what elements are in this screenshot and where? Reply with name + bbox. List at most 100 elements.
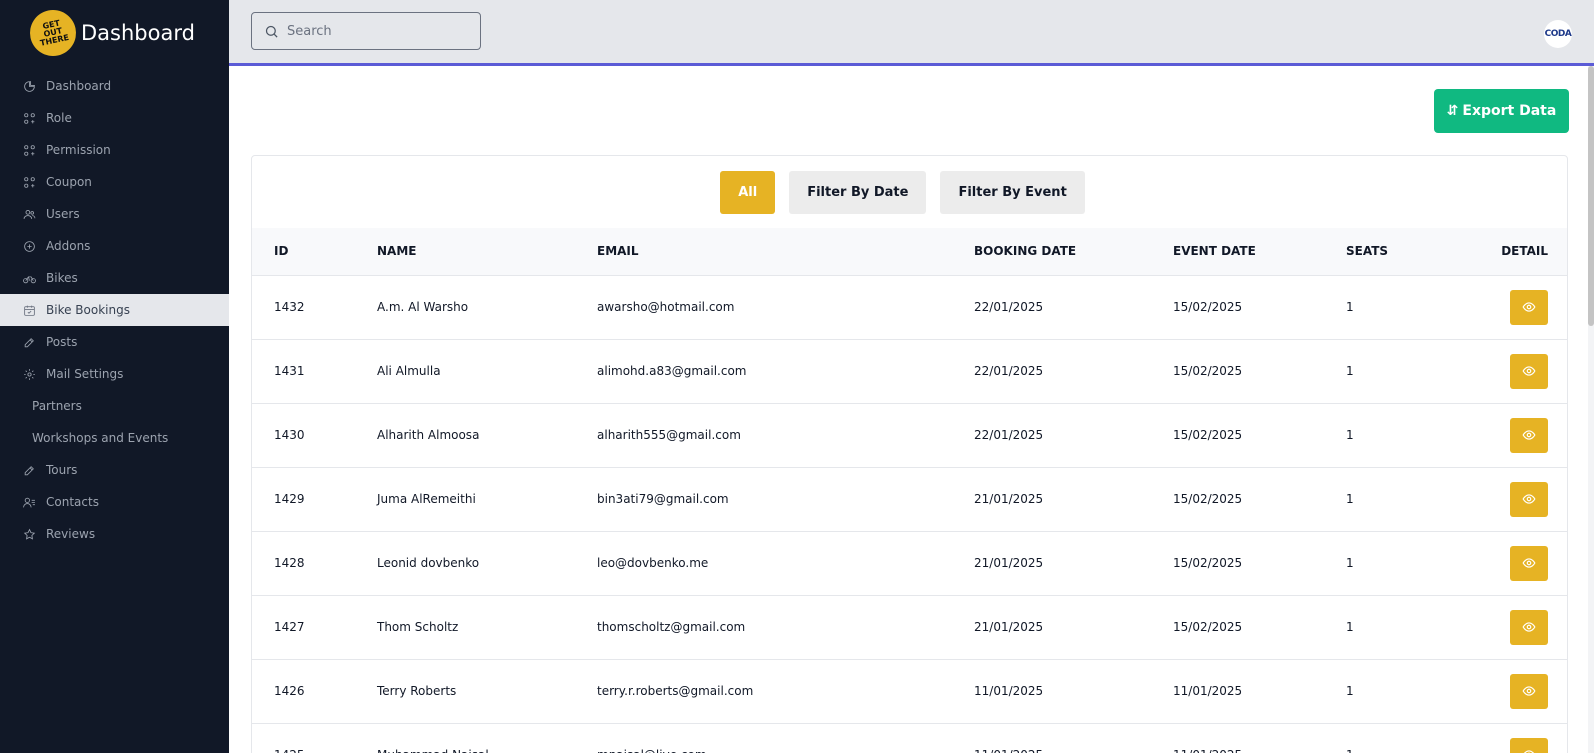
sidebar-item-addons[interactable]: Addons (0, 230, 229, 262)
cell-seats: 1 (1346, 620, 1354, 634)
cell-email: leo@dovbenko.me (597, 556, 709, 570)
sidebar-item-dashboard[interactable]: Dashboard (0, 70, 229, 102)
view-detail-button[interactable] (1510, 353, 1548, 389)
topbar: CODA (229, 0, 1594, 66)
sidebar-item-reviews[interactable]: Reviews (0, 518, 229, 550)
sidebar-item-label: Tours (46, 463, 78, 477)
cell-detail (1476, 723, 1567, 753)
table-row: 1425Muhammad Naisalmnaisal@live.com11/01… (252, 723, 1567, 753)
cell-detail (1476, 275, 1567, 339)
sidebar-item-tours[interactable]: Tours (0, 454, 229, 486)
sidebar-item-bikes[interactable]: Bikes (0, 262, 229, 294)
view-detail-button[interactable] (1510, 673, 1548, 709)
users-icon (22, 207, 36, 221)
grid-icon (22, 143, 36, 157)
gear-icon (22, 367, 36, 381)
sidebar-item-label: Dashboard (46, 79, 112, 93)
cell-email: awarsho@hotmail.com (597, 300, 735, 314)
cell-detail (1476, 595, 1567, 659)
logo-icon: GET OUT THERE (25, 5, 81, 61)
eye-icon (1522, 366, 1536, 376)
header-booking-date: BOOKING DATE (974, 244, 1077, 259)
export-data-button[interactable]: ⇵ Export Data (1434, 89, 1569, 133)
cell-name: A.m. Al Warsho (377, 300, 469, 314)
bookings-card: All Filter By Date Filter By Event ID NA… (251, 155, 1568, 753)
sidebar-item-partners[interactable]: Partners (0, 390, 229, 422)
bookings-table: ID NAME EMAIL BOOKING DATE EVENT DATE SE… (252, 228, 1567, 753)
eye-icon (1522, 302, 1536, 312)
sidebar-item-permission[interactable]: Permission (0, 134, 229, 166)
search-icon (265, 25, 278, 38)
cell-detail (1476, 531, 1567, 595)
view-detail-button[interactable] (1510, 609, 1548, 645)
cell-event-date: 15/02/2025 (1173, 556, 1243, 570)
eye-icon (1522, 622, 1536, 632)
search-box[interactable] (251, 12, 481, 50)
table-row: 1426 Terry Roberts terry.r.roberts@gmail.c… (252, 659, 1567, 723)
avatar[interactable]: CODA (1544, 20, 1572, 48)
sidebar-item-label: Posts (46, 335, 78, 349)
cell-id: 1431 (274, 364, 305, 378)
filter-bar: All Filter By Date Filter By Event (252, 171, 1567, 214)
pie-chart-icon (22, 79, 36, 93)
sidebar-item-mail-settings[interactable]: Mail Settings (0, 358, 229, 390)
cell-event-date: 11/01/2025 (1173, 723, 1346, 753)
view-detail-button[interactable] (1510, 737, 1548, 753)
view-detail-button[interactable] (1510, 289, 1548, 325)
search-input[interactable] (287, 23, 467, 39)
view-detail-button[interactable] (1510, 545, 1548, 581)
cell-detail (1476, 659, 1567, 723)
cell-seats: 1 (1346, 684, 1354, 698)
sidebar-item-workshops-and-events[interactable]: Workshops and Events (0, 422, 229, 454)
sidebar-item-contacts[interactable]: Contacts (0, 486, 229, 518)
table-row: 1430 Alharith Almoosa alharith555@gmail.co… (252, 403, 1567, 467)
sidebar-item-label: Contacts (46, 495, 99, 509)
star-icon (22, 527, 36, 541)
sidebar-nav: Dashboard Role Permission Coupon Users Addons… (0, 70, 229, 550)
cell-id: 1428 (274, 556, 305, 570)
sidebar-item-label: Workshops and Events (32, 431, 169, 445)
plus-circle-icon (22, 239, 36, 253)
cell-booking-date: 21/01/2025 (974, 556, 1044, 570)
sidebar-item-role[interactable]: Role (0, 102, 229, 134)
filter-by-date-button[interactable]: Filter By Date (789, 171, 927, 214)
cell-detail (1476, 403, 1567, 467)
sidebar-item-label: Users (46, 207, 80, 221)
eye-icon (1522, 558, 1536, 568)
view-detail-button[interactable] (1510, 417, 1548, 453)
cell-seats: 1 (1346, 428, 1354, 442)
cell-name: Thom Scholtz (377, 620, 459, 634)
cell-name: Terry Roberts (377, 684, 457, 698)
page-scrollbar[interactable] (1588, 66, 1594, 753)
cell-event-date: 15/02/2025 (1173, 428, 1243, 442)
scrollbar-thumb[interactable] (1588, 66, 1594, 326)
brand[interactable]: GET OUT THERE Dashboard (0, 0, 229, 66)
cell-name: Leonid dovbenko (377, 556, 480, 570)
filter-by-event-button[interactable]: Filter By Event (940, 171, 1085, 214)
cell-booking-date: 22/01/2025 (974, 364, 1044, 378)
sidebar-item-label: Reviews (46, 527, 96, 541)
cell-booking-date: 11/01/2025 (974, 684, 1044, 698)
cell-id: 1427 (274, 620, 305, 634)
sidebar-item-users[interactable]: Users (0, 198, 229, 230)
sidebar-item-label: Mail Settings (46, 367, 124, 381)
cell-email: alharith555@gmail.com (597, 428, 741, 442)
sidebar-item-label: Role (46, 111, 72, 125)
cell-name: Juma AlRemeithi (377, 492, 476, 506)
cell-booking-date: 21/01/2025 (974, 620, 1044, 634)
view-detail-button[interactable] (1510, 481, 1548, 517)
filter-all-button[interactable]: All (720, 171, 776, 214)
sidebar-item-coupon[interactable]: Coupon (0, 166, 229, 198)
eye-icon (1524, 750, 1534, 753)
export-data-label: Export Data (1462, 103, 1557, 119)
cell-detail (1476, 339, 1567, 403)
sidebar-item-bike-bookings[interactable]: Bike Bookings (0, 294, 229, 326)
sidebar: GET OUT THERE Dashboard Dashboard Role Per… (0, 0, 229, 753)
sidebar-item-label: Partners (32, 399, 82, 413)
eye-icon (1522, 494, 1536, 504)
cell-email: thomscholtz@gmail.com (597, 620, 746, 634)
cell-event-date: 11/01/2025 (1173, 684, 1243, 698)
cell-event-date: 15/02/2025 (1173, 364, 1243, 378)
sidebar-item-posts[interactable]: Posts (0, 326, 229, 358)
cell-event-date: 15/02/2025 (1173, 620, 1243, 634)
